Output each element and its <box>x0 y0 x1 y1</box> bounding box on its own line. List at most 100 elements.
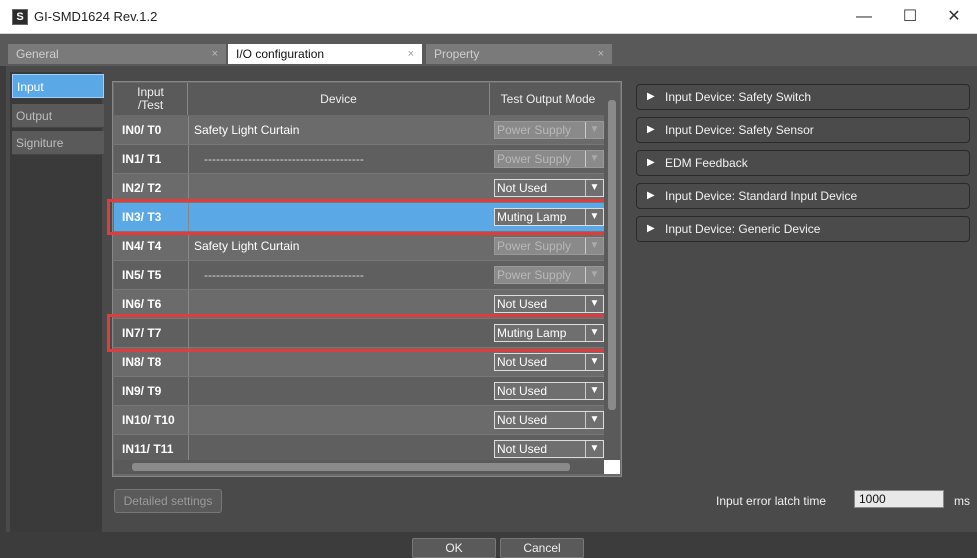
device-cell[interactable]: ---------------------------------------- <box>194 145 364 173</box>
input-test-cell: IN1/ T1 <box>122 152 162 166</box>
button-label: EDM Feedback <box>665 156 748 170</box>
dropdown-arrow-icon[interactable]: ▼ <box>585 441 603 457</box>
tab-general-label: General <box>16 47 59 61</box>
table-row[interactable]: IN0/ T0 Safety Light Curtain Power Supply ▼ <box>114 116 608 145</box>
tab-general[interactable]: General × <box>8 44 226 64</box>
input-test-cell: IN9/ T9 <box>122 384 162 398</box>
latch-unit-label: ms <box>954 494 970 508</box>
device-cell[interactable]: Safety Light Curtain <box>194 116 299 144</box>
expand-icon: ▶ <box>647 124 655 135</box>
dropdown-arrow-icon[interactable]: ▼ <box>585 267 603 283</box>
column-divider <box>188 232 189 260</box>
test-output-mode-select[interactable]: Not Used ▼ <box>494 295 604 313</box>
input-error-latch-field[interactable]: 1000 <box>854 490 944 508</box>
table-row[interactable]: IN8/ T8 Not Used ▼ <box>114 348 608 377</box>
column-header-input-test[interactable]: Input /Test <box>114 83 188 115</box>
input-device-safety-sensor-button[interactable]: ▶ Input Device: Safety Sensor <box>636 117 970 143</box>
input-test-cell: IN8/ T8 <box>122 355 162 369</box>
input-test-cell: IN4/ T4 <box>122 239 162 253</box>
test-output-mode-value: Not Used <box>497 442 548 456</box>
column-header-device[interactable]: Device <box>188 83 490 115</box>
tab-property[interactable]: Property × <box>426 44 612 64</box>
device-cell[interactable]: Safety Light Curtain <box>194 232 299 260</box>
sidebar-item-signiture[interactable]: Signiture <box>12 131 104 155</box>
column-header-test-output-mode[interactable]: Test Output Mode <box>490 83 606 115</box>
dropdown-arrow-icon[interactable]: ▼ <box>585 383 603 399</box>
dropdown-arrow-icon[interactable]: ▼ <box>585 238 603 254</box>
input-test-cell: IN10/ T10 <box>122 413 175 427</box>
dropdown-arrow-icon[interactable]: ▼ <box>585 412 603 428</box>
column-divider <box>188 406 189 434</box>
detailed-settings-button[interactable]: Detailed settings <box>114 489 222 513</box>
button-label: Input Device: Safety Switch <box>665 90 812 104</box>
input-test-cell: IN5/ T5 <box>122 268 162 282</box>
input-device-standard-input-button[interactable]: ▶ Input Device: Standard Input Device <box>636 183 970 209</box>
sidebar-item-output[interactable]: Output <box>12 104 104 128</box>
dropdown-arrow-icon[interactable]: ▼ <box>585 151 603 167</box>
table-row[interactable]: IN4/ T4 Safety Light Curtain Power Supply ▼ <box>114 232 608 261</box>
column-divider <box>188 435 189 463</box>
table-row[interactable]: IN5/ T5 ---------------------------------… <box>114 261 608 290</box>
test-output-mode-select: Power Supply ▼ <box>494 121 604 139</box>
window-title: GI-SMD1624 Rev.1.2 <box>34 9 158 24</box>
close-tab-icon[interactable]: × <box>408 44 414 64</box>
column-divider <box>188 174 189 202</box>
column-divider <box>188 377 189 405</box>
test-output-mode-select: Power Supply ▼ <box>494 266 604 284</box>
test-output-mode-value: Power Supply <box>497 152 572 166</box>
button-label: Input Device: Generic Device <box>665 222 821 236</box>
test-output-mode-value: Not Used <box>497 297 548 311</box>
input-device-safety-switch-button[interactable]: ▶ Input Device: Safety Switch <box>636 84 970 110</box>
button-label: Input Device: Safety Sensor <box>665 123 814 137</box>
sidebar-item-input[interactable]: Input <box>12 74 104 98</box>
maximize-button[interactable]: ☐ <box>894 6 926 28</box>
tab-io-configuration-label: I/O configuration <box>236 47 325 61</box>
column-divider <box>188 348 189 376</box>
scrollbar-corner <box>604 460 620 474</box>
minimize-button[interactable]: — <box>848 6 880 28</box>
test-output-mode-value: Power Supply <box>497 239 572 253</box>
test-output-mode-select[interactable]: Not Used ▼ <box>494 411 604 429</box>
table-row[interactable]: IN1/ T1 ---------------------------------… <box>114 145 608 174</box>
cancel-button[interactable]: Cancel <box>500 538 584 558</box>
ok-button[interactable]: OK <box>412 538 496 558</box>
expand-icon: ▶ <box>647 190 655 201</box>
dropdown-arrow-icon[interactable]: ▼ <box>585 180 603 196</box>
app-icon: S <box>12 9 28 25</box>
dropdown-arrow-icon[interactable]: ▼ <box>585 296 603 312</box>
vertical-scroll-thumb[interactable] <box>608 100 616 410</box>
edm-feedback-button[interactable]: ▶ EDM Feedback <box>636 150 970 176</box>
test-output-mode-value: Not Used <box>497 355 548 369</box>
test-output-mode-select[interactable]: Not Used ▼ <box>494 179 604 197</box>
test-output-mode-value: Power Supply <box>497 268 572 282</box>
expand-icon: ▶ <box>647 223 655 234</box>
column-divider <box>188 116 189 144</box>
highlight-box-in7 <box>107 314 613 352</box>
horizontal-scroll-thumb[interactable] <box>132 463 570 471</box>
tab-io-configuration[interactable]: I/O configuration × <box>228 44 422 64</box>
input-test-cell: IN0/ T0 <box>122 123 162 137</box>
test-output-mode-select: Power Supply ▼ <box>494 237 604 255</box>
input-error-latch-label: Input error latch time <box>716 494 827 508</box>
table-row[interactable]: IN9/ T9 Not Used ▼ <box>114 377 608 406</box>
close-window-button[interactable]: ✕ <box>938 6 970 28</box>
tab-property-label: Property <box>434 47 480 61</box>
table-row[interactable]: IN10/ T10 Not Used ▼ <box>114 406 608 435</box>
test-output-mode-select[interactable]: Not Used ▼ <box>494 353 604 371</box>
test-output-mode-select[interactable]: Not Used ▼ <box>494 440 604 458</box>
test-output-mode-select: Power Supply ▼ <box>494 150 604 168</box>
dropdown-arrow-icon[interactable]: ▼ <box>585 354 603 370</box>
input-device-generic-device-button[interactable]: ▶ Input Device: Generic Device <box>636 216 970 242</box>
dropdown-arrow-icon[interactable]: ▼ <box>585 122 603 138</box>
highlight-box-in3 <box>107 199 613 235</box>
test-output-mode-value: Not Used <box>497 181 548 195</box>
button-label: Input Device: Standard Input Device <box>665 189 858 203</box>
test-output-mode-value: Not Used <box>497 384 548 398</box>
test-output-mode-value: Not Used <box>497 413 548 427</box>
expand-icon: ▶ <box>647 157 655 168</box>
device-cell[interactable]: ---------------------------------------- <box>194 261 364 289</box>
test-output-mode-select[interactable]: Not Used ▼ <box>494 382 604 400</box>
close-tab-icon[interactable]: × <box>212 44 218 64</box>
expand-icon: ▶ <box>647 91 655 102</box>
close-tab-icon[interactable]: × <box>598 44 604 64</box>
